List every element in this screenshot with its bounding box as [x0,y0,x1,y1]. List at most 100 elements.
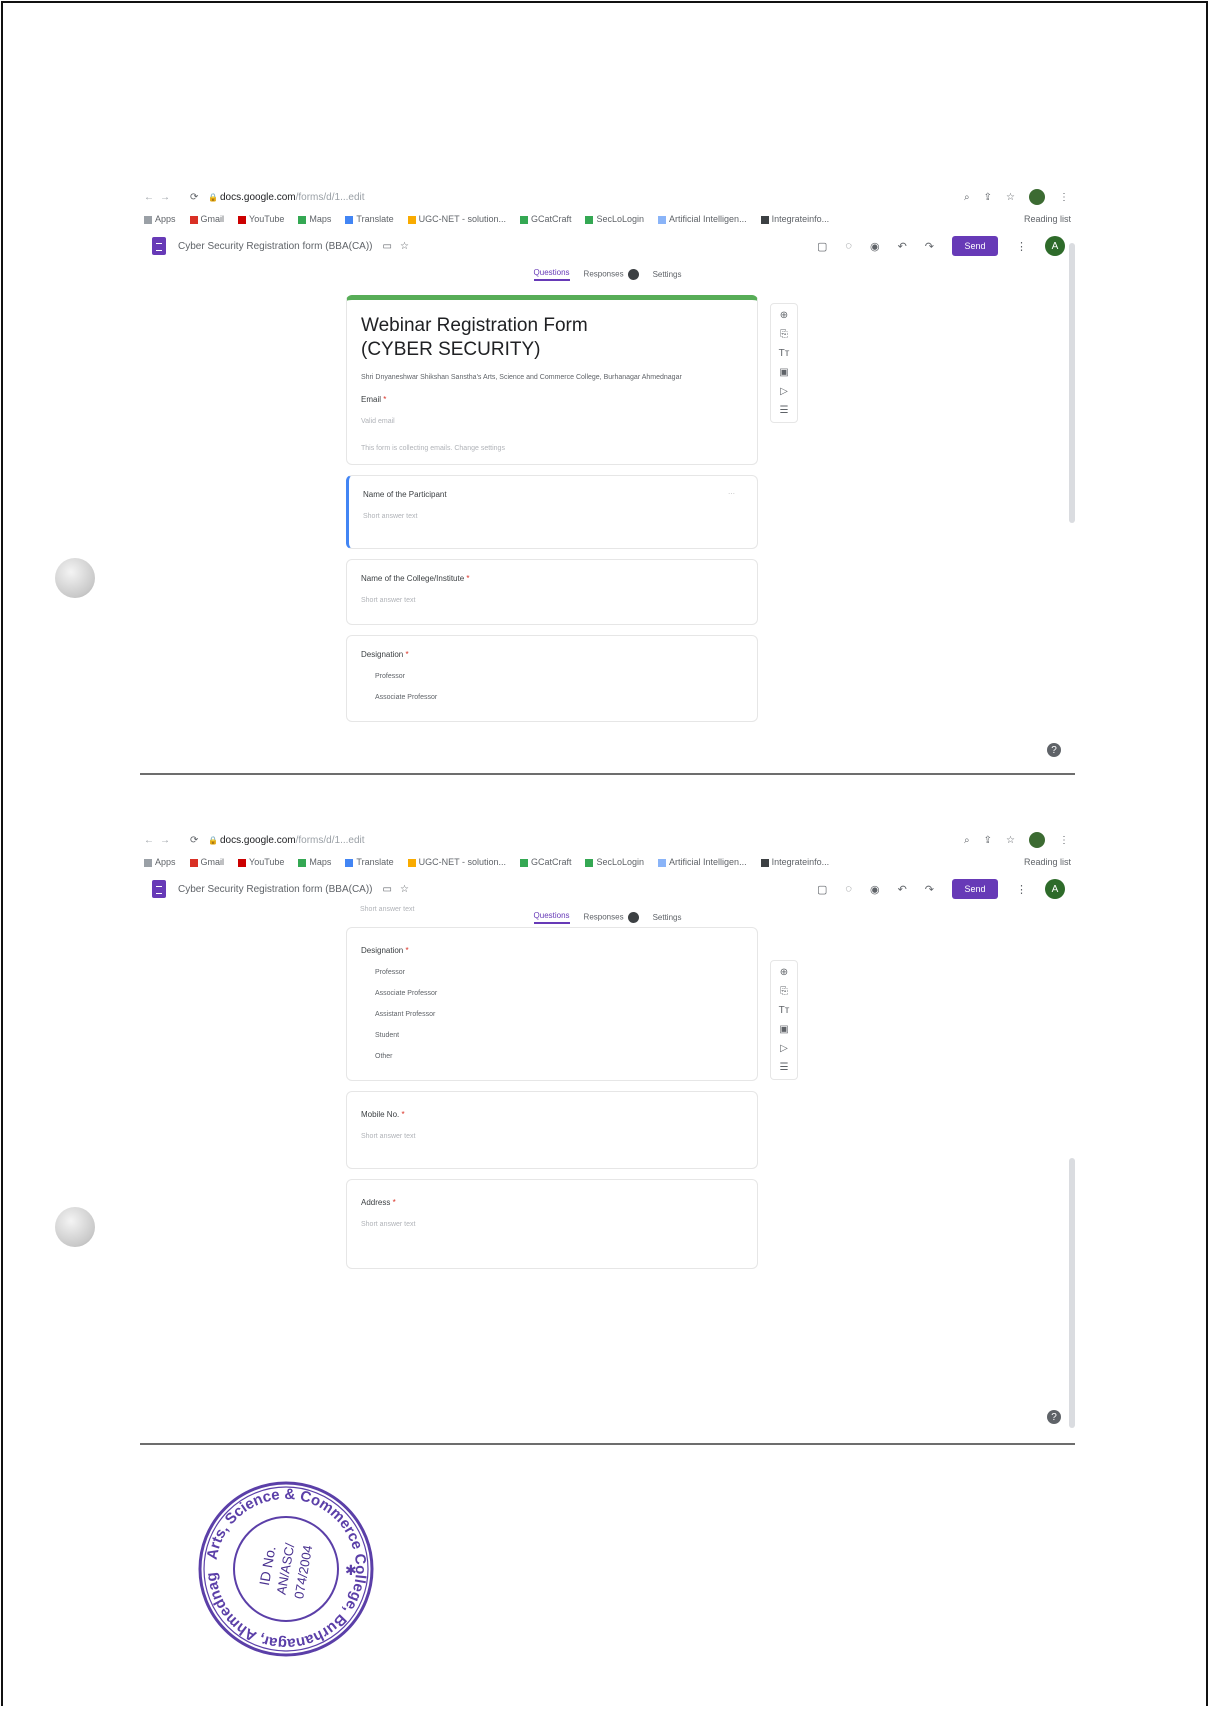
import-questions-icon[interactable]: ⎘ [780,986,788,997]
addons-icon[interactable]: ◌ [845,240,852,252]
more-menu-icon[interactable]: ⋮ [1059,835,1069,846]
bookmark-ugc-net[interactable]: UGC-NET - solution... [407,857,506,867]
profile-avatar[interactable] [1029,832,1045,848]
search-icon[interactable]: ⌕ [964,192,970,203]
bookmark-youtube[interactable]: YouTube [238,214,284,224]
preview-eye-icon[interactable]: ◉ [870,883,880,896]
profile-avatar[interactable] [1029,189,1045,205]
bookmark-youtube[interactable]: YouTube [238,857,284,867]
add-question-icon[interactable]: ⊕ [780,967,788,978]
question-college-name[interactable]: Name of the College/Institute * Short an… [346,559,758,625]
bookmark-maps[interactable]: Maps [298,214,331,224]
question-designation[interactable]: Designation * Professor Associate Profes… [346,635,758,722]
tab-responses[interactable]: Responses [584,268,639,280]
form-body: Short answer text Designation * Professo… [346,906,758,1279]
back-forward-icons[interactable]: ←→ [144,192,190,203]
question-label: Designation * [361,946,409,955]
url-field[interactable]: docs.google.com/forms/d/1...edit [220,192,964,203]
help-icon[interactable]: ? [1047,743,1061,757]
bookmark-apps[interactable]: Apps [144,857,176,867]
bookmark-ai[interactable]: Artificial Intelligen... [658,857,747,867]
reload-icon[interactable]: ⟳ [190,835,208,846]
form-title[interactable]: Webinar Registration Form (CYBER SECURIT… [361,314,743,362]
option-assistant-professor[interactable]: Assistant Professor [375,1011,743,1018]
bookmark-apps[interactable]: Apps [144,214,176,224]
add-title-icon[interactable]: Tт [779,1005,790,1016]
palette-icon[interactable]: ▢ [817,240,827,253]
preview-eye-icon[interactable]: ◉ [870,240,880,253]
send-button[interactable]: Send [952,236,998,256]
bookmark-integrate[interactable]: Integrateinfo... [760,214,829,224]
undo-icon[interactable]: ↶ [898,240,907,253]
star-icon[interactable]: ☆ [1006,835,1015,846]
question-participant-name[interactable]: ⋯ Name of the Participant Short answer t… [346,475,758,549]
bookmark-gcatcraft[interactable]: GCatCraft [519,857,571,867]
option-associate-professor[interactable]: Associate Professor [375,694,743,701]
reading-list[interactable]: Reading list [1024,214,1071,224]
tab-settings[interactable]: Settings [653,270,682,279]
move-star-icons[interactable]: ▭☆ [383,241,417,252]
add-video-icon[interactable]: ▷ [780,1043,788,1054]
option-professor[interactable]: Professor [375,969,743,976]
import-questions-icon[interactable]: ⎘ [780,329,788,340]
bookmark-seclologin[interactable]: SecLoLogin [585,214,644,224]
account-avatar[interactable]: A [1045,236,1065,256]
question-mobile[interactable]: Mobile No. * Short answer text [346,1091,758,1169]
question-designation[interactable]: Designation * Professor Associate Profes… [346,927,758,1081]
account-avatar[interactable]: A [1045,879,1065,899]
scrollbar[interactable] [1069,243,1075,523]
reading-list[interactable]: Reading list [1024,857,1071,867]
option-associate-professor[interactable]: Associate Professor [375,990,743,997]
bookmark-maps[interactable]: Maps [298,857,331,867]
add-title-icon[interactable]: Tт [779,348,790,359]
more-options-icon[interactable]: ⋮ [1016,240,1027,253]
add-video-icon[interactable]: ▷ [780,386,788,397]
bookmark-ugc-net[interactable]: UGC-NET - solution... [407,214,506,224]
form-description[interactable]: Shri Dnyaneshwar Shikshan Sanstha's Arts… [361,374,743,381]
more-menu-icon[interactable]: ⋮ [1059,192,1069,203]
redo-icon[interactable]: ↷ [925,883,934,896]
option-student[interactable]: Student [375,1032,743,1039]
add-section-icon[interactable]: ☰ [780,405,789,416]
search-icon[interactable]: ⌕ [964,835,970,846]
back-forward-icons[interactable]: ←→ [144,835,190,846]
redo-icon[interactable]: ↷ [925,240,934,253]
question-address[interactable]: Address * Short answer text [346,1179,758,1269]
add-section-icon[interactable]: ☰ [780,1062,789,1073]
undo-icon[interactable]: ↶ [898,883,907,896]
option-professor[interactable]: Professor [375,673,743,680]
tab-questions[interactable]: Questions [533,268,570,281]
document-title[interactable]: Cyber Security Registration form (BBA(CA… [178,884,373,895]
url-field[interactable]: docs.google.com/forms/d/1...edit [220,835,964,846]
form-body: Webinar Registration Form (CYBER SECURIT… [346,295,758,732]
bookmark-translate[interactable]: Translate [345,214,394,224]
bookmark-ai[interactable]: Artificial Intelligen... [658,214,747,224]
add-image-icon[interactable]: ▣ [779,367,788,378]
form-header-card[interactable]: Webinar Registration Form (CYBER SECURIT… [346,295,758,465]
palette-icon[interactable]: ▢ [817,883,827,896]
bookmark-gmail[interactable]: Gmail [189,857,224,867]
document-title[interactable]: Cyber Security Registration form (BBA(CA… [178,241,373,252]
add-question-icon[interactable]: ⊕ [780,310,788,321]
google-forms-logo-icon[interactable] [152,880,166,898]
help-icon[interactable]: ? [1047,1410,1061,1424]
star-icon[interactable]: ☆ [1006,192,1015,203]
reload-icon[interactable]: ⟳ [190,192,208,203]
option-other[interactable]: Other [375,1053,743,1060]
move-star-icons[interactable]: ▭☆ [383,884,417,895]
drag-handle-icon[interactable]: ⋯ [728,490,735,498]
share-icon[interactable]: ⇪ [984,835,992,846]
scrollbar[interactable] [1069,1158,1075,1428]
google-forms-logo-icon[interactable] [152,237,166,255]
send-button[interactable]: Send [952,879,998,899]
share-icon[interactable]: ⇪ [984,192,992,203]
bookmark-gcatcraft[interactable]: GCatCraft [519,214,571,224]
bookmark-seclologin[interactable]: SecLoLogin [585,857,644,867]
more-options-icon[interactable]: ⋮ [1016,883,1027,896]
bookmark-gmail[interactable]: Gmail [189,214,224,224]
responses-count-badge [627,268,639,280]
addons-icon[interactable]: ◌ [845,883,852,895]
bookmark-integrate[interactable]: Integrateinfo... [760,857,829,867]
bookmark-translate[interactable]: Translate [345,857,394,867]
add-image-icon[interactable]: ▣ [779,1024,788,1035]
